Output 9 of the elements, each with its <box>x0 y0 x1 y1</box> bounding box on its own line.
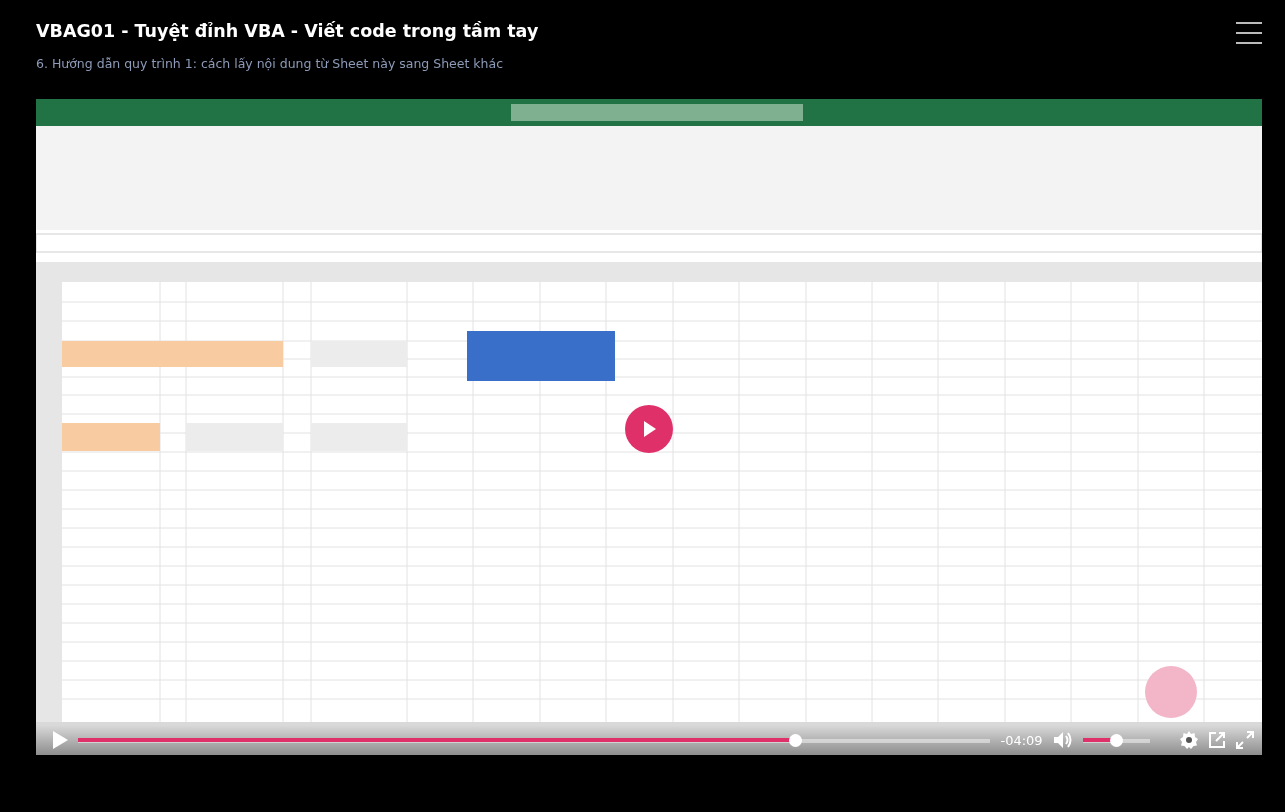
fullscreen-icon[interactable] <box>1236 731 1254 749</box>
lesson-title: 6. Hướng dẫn quy trình 1: cách lấy nội dung từ Sheet này sang Sheet khác <box>36 56 505 72</box>
external-link-icon[interactable] <box>1208 731 1226 749</box>
play-icon <box>641 420 657 438</box>
settings-icon[interactable] <box>1180 731 1198 749</box>
time-remaining: -04:09 <box>1000 732 1043 748</box>
play-button[interactable] <box>52 731 68 749</box>
course-title: VBAG01 - Tuyệt đỉnh VBA - Viết code trong tầm tay <box>36 20 539 43</box>
volume-icon[interactable] <box>1052 731 1073 749</box>
